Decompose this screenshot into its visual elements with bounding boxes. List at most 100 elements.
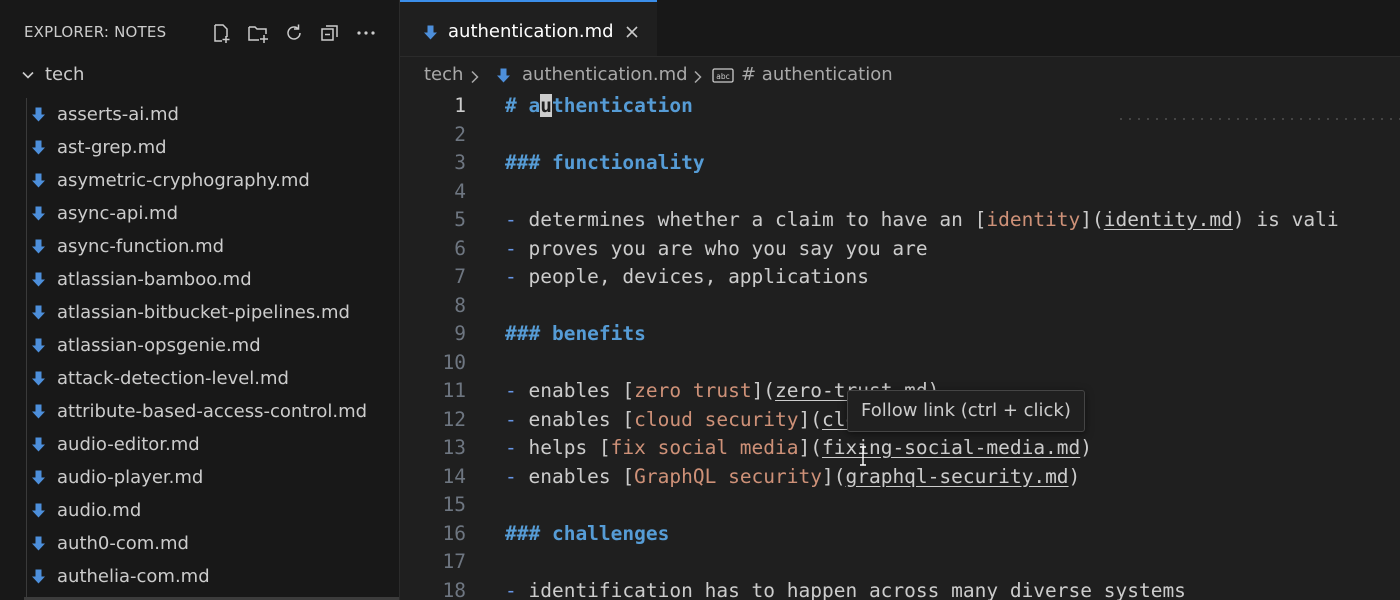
file-item[interactable]: audio-editor.md: [0, 428, 399, 461]
file-item[interactable]: atlassian-bamboo.md: [0, 263, 399, 296]
code-token: ](: [1080, 208, 1104, 231]
file-item[interactable]: attribute-based-access-control.md: [0, 395, 399, 428]
file-item[interactable]: atlassian-opsgenie.md: [0, 329, 399, 362]
file-item[interactable]: async-api.md: [0, 197, 399, 230]
code-token: enables [: [528, 407, 635, 431]
tab-label: authentication.md: [448, 21, 614, 42]
code-line[interactable]: 18 - identification has to happen across …: [400, 579, 1400, 600]
code-line[interactable]: 10: [400, 351, 1400, 379]
markdown-file-icon: [32, 470, 45, 485]
file-name: attribute-based-access-control.md: [57, 401, 368, 422]
file-item[interactable]: audio-player.md: [0, 461, 399, 494]
code-token: ### functionality: [505, 151, 705, 174]
line-number: 2: [454, 122, 466, 146]
code-token: thentication: [551, 94, 693, 117]
breadcrumb-file[interactable]: authentication.md: [522, 64, 688, 85]
refresh-icon[interactable]: [283, 22, 305, 44]
line-content: ### functionality: [505, 151, 705, 174]
markdown-file-icon: [32, 173, 45, 188]
new-folder-icon[interactable]: [247, 22, 269, 44]
tab-authentication[interactable]: authentication.md: [400, 0, 657, 56]
code-token: -: [505, 436, 529, 459]
file-item[interactable]: ast-grep.md: [0, 131, 399, 164]
folder-tech[interactable]: tech: [0, 60, 399, 90]
code-token: ): [1080, 436, 1093, 459]
close-icon[interactable]: [624, 24, 640, 40]
code-token: -: [505, 379, 529, 402]
more-icon[interactable]: [355, 22, 377, 44]
code-line[interactable]: 13 - helps [fix social media](fixing-soci…: [400, 436, 1400, 464]
file-item[interactable]: atlassian-bitbucket-pipelines.md: [0, 296, 399, 329]
code-token: -: [505, 236, 529, 260]
file-name: auth0-com.md: [57, 533, 189, 554]
code-token: #: [505, 94, 529, 117]
line-content: - enables [GraphQL security](graphql-sec…: [505, 465, 1080, 488]
code-line[interactable]: 9 ### benefits: [400, 322, 1400, 350]
svg-text:abc: abc: [716, 72, 729, 81]
code-line[interactable]: 3 ### functionality: [400, 151, 1400, 179]
code-line[interactable]: 16 ### challenges: [400, 522, 1400, 550]
code-line[interactable]: 15: [400, 493, 1400, 521]
line-number: 11: [442, 379, 466, 402]
line-content: # authentication: [505, 94, 693, 117]
chevron-down-icon: [22, 71, 34, 79]
file-name: async-api.md: [57, 203, 178, 224]
editor[interactable]: 1 # authentication 2 3 ### functionality 4 5 - …: [400, 92, 1400, 600]
code-token: ](: [751, 379, 776, 402]
code-token: proves you are who you say you are: [528, 236, 928, 260]
code-line[interactable]: 6 - proves you are who you say you are: [400, 237, 1400, 265]
code-token: -: [505, 578, 529, 600]
code-token: -: [505, 208, 529, 231]
code-line[interactable]: 7 - people, devices, applications: [400, 265, 1400, 293]
code-line[interactable]: 5 - determines whether a claim to have an…: [400, 208, 1400, 236]
file-name: audio-player.md: [57, 467, 204, 488]
line-number: 6: [454, 236, 466, 260]
code-line[interactable]: 4: [400, 180, 1400, 208]
folder-label: tech: [45, 64, 85, 85]
code-line[interactable]: 14 - enables [GraphQL security](graphql-s…: [400, 465, 1400, 493]
markdown-file-icon: [32, 503, 45, 518]
file-name: atlassian-bamboo.md: [57, 269, 252, 290]
line-number: 5: [454, 208, 466, 231]
follow-link-tooltip: Follow link (ctrl + click): [847, 390, 1085, 432]
line-content: - determines whether a claim to have an …: [505, 208, 1339, 231]
chevron-right-icon: [471, 70, 479, 84]
file-list: asserts-ai.md ast-grep.md asymetric-crypho…: [0, 98, 399, 593]
markdown-link-url[interactable]: graphql-security.md: [845, 465, 1068, 488]
markdown-file-icon: [32, 140, 45, 155]
code-line[interactable]: 8: [400, 294, 1400, 322]
markdown-file-icon: [32, 107, 45, 122]
file-item[interactable]: attack-detection-level.md: [0, 362, 399, 395]
markdown-link-url[interactable]: identity.md: [1104, 208, 1233, 231]
breadcrumb-folder[interactable]: tech: [424, 64, 463, 85]
file-name: atlassian-opsgenie.md: [57, 335, 261, 356]
breadcrumb-symbol[interactable]: # authentication: [741, 64, 893, 85]
file-item[interactable]: async-function.md: [0, 230, 399, 263]
file-name: asymetric-cryphography.md: [57, 170, 310, 191]
file-item[interactable]: asserts-ai.md: [0, 98, 399, 131]
explorer-sidebar: EXPLORER: NOTES tech asserts-ai.md ast-gr…: [0, 0, 400, 600]
code-token: enables [: [528, 464, 635, 488]
file-item[interactable]: authelia-com.md: [0, 560, 399, 593]
code-token: u: [540, 94, 552, 117]
code-line[interactable]: 17: [400, 550, 1400, 578]
markdown-link-text: cloud security: [634, 407, 799, 431]
code-line[interactable]: 1 # authentication: [400, 94, 1400, 122]
new-file-icon[interactable]: [210, 22, 232, 44]
collapse-all-icon[interactable]: [319, 22, 341, 44]
markdown-file-icon: [32, 371, 45, 386]
code-token: -: [505, 464, 529, 488]
markdown-file-icon: [32, 239, 45, 254]
file-name: authelia-com.md: [57, 566, 210, 587]
markdown-file-icon: [32, 272, 45, 287]
file-item[interactable]: auth0-com.md: [0, 527, 399, 560]
line-number: 17: [442, 550, 466, 573]
markdown-file-icon: [32, 206, 45, 221]
explorer-header: EXPLORER: NOTES: [0, 14, 399, 50]
markdown-link-text: identity: [986, 208, 1081, 231]
file-item[interactable]: audio.md: [0, 494, 399, 527]
code-line[interactable]: 2: [400, 123, 1400, 151]
file-item[interactable]: asymetric-cryphography.md: [0, 164, 399, 197]
line-content: - identification has to happen across ma…: [505, 579, 1186, 600]
file-name: asserts-ai.md: [57, 104, 179, 125]
